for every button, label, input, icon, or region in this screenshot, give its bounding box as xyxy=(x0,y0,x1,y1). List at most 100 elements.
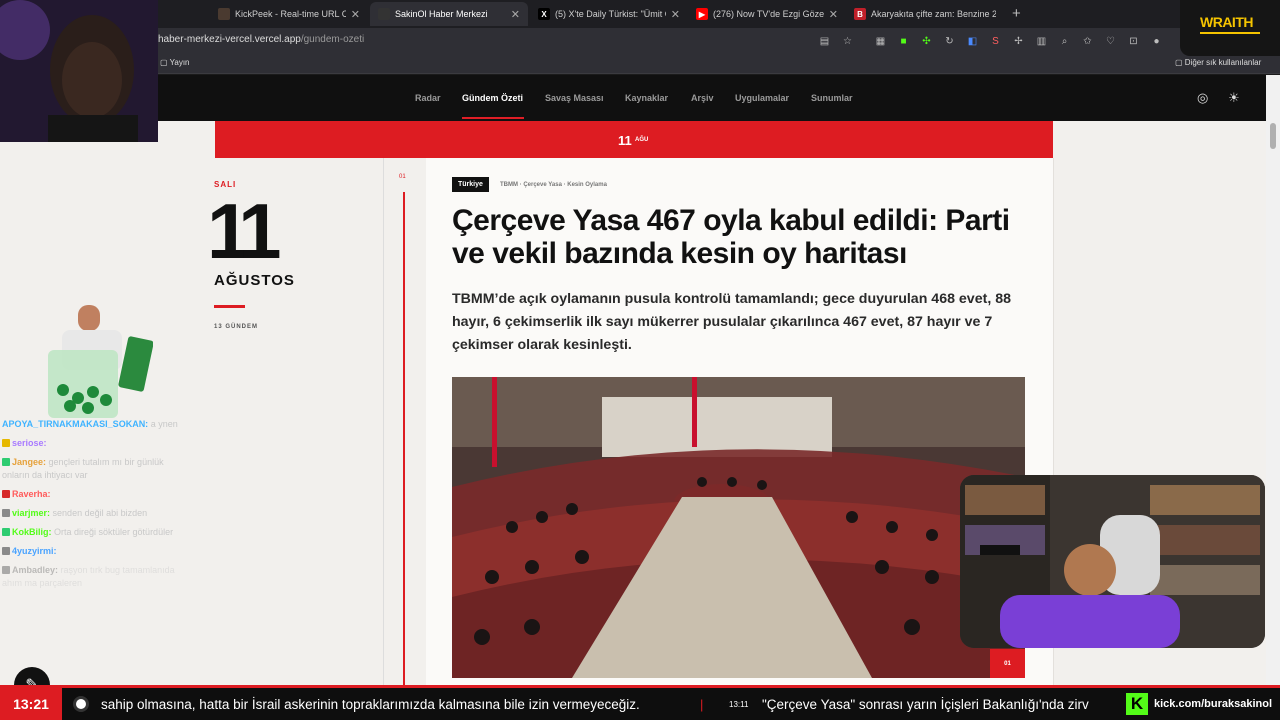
article-headline[interactable]: Çerçeve Yasa 467 oyla kabul edildi: Part… xyxy=(452,204,1042,270)
theme-toggle-icon[interactable]: ☀ xyxy=(1228,90,1240,106)
chat-text: senden değil abi bizden xyxy=(52,508,148,518)
chat-message: seriose: xyxy=(2,437,182,450)
chat-username[interactable]: viarjmer: xyxy=(12,508,50,518)
browser-tabbar: KickPeek - Real-time URL Crawler ✕ Sakin… xyxy=(0,0,1280,28)
agenda-count: 13 GÜNDEM xyxy=(214,324,259,330)
refresh-extension-icon[interactable]: ↻ xyxy=(941,33,958,49)
screenshot-icon[interactable]: ⊡ xyxy=(1125,33,1142,49)
chat-username[interactable]: Jangee: xyxy=(12,457,46,467)
favorites-icon[interactable]: ✩ xyxy=(1079,33,1096,49)
tab-title: SakinOl Haber Merkezi xyxy=(395,9,488,19)
nav-kaynaklar[interactable]: Kaynaklar xyxy=(625,93,668,103)
stream-screen: KickPeek - Real-time URL Crawler ✕ Sakin… xyxy=(0,0,1280,720)
close-tab-icon[interactable]: ✕ xyxy=(351,8,360,21)
star-icon[interactable]: ☆ xyxy=(839,33,856,49)
reader-icon[interactable]: ▤ xyxy=(816,33,833,49)
chat-username[interactable]: Raverha: xyxy=(12,489,51,499)
tab-sakinol[interactable]: SakinOl Haber Merkezi ✕ xyxy=(370,2,528,26)
live-dot-icon xyxy=(76,699,86,709)
chat-badge-icon xyxy=(2,490,10,498)
youtube-favicon-icon: ▶ xyxy=(696,8,708,20)
chat-username[interactable]: APOYA_TIRNAKMAKASI_SOKAN: xyxy=(2,419,148,429)
tab-akaryakit[interactable]: B Akaryakıta çifte zam: Benzine 2, m xyxy=(846,2,1004,26)
split-view-icon[interactable]: ▥ xyxy=(1033,33,1050,49)
tab-title: KickPeek - Real-time URL Crawler xyxy=(235,9,346,19)
article-lede: TBMM’de açık oylamanın pusula kontrolü t… xyxy=(452,291,1011,353)
news-favicon-icon: B xyxy=(854,8,866,20)
translate-icon[interactable]: ◧ xyxy=(964,33,981,49)
new-tab-icon[interactable]: + xyxy=(1012,5,1021,22)
chat-username[interactable]: Ambadley: xyxy=(12,565,58,575)
url-field[interactable]: haber-merkezi-vercel.vercel.app/gundem-o… xyxy=(158,34,364,45)
chat-badge-icon xyxy=(2,547,10,555)
chat-message: Raverha: xyxy=(2,488,182,501)
tab-kickpeek[interactable]: KickPeek - Real-time URL Crawler ✕ xyxy=(210,2,368,26)
tab-title: (276) Now TV'de Ezgi Gözeger ile xyxy=(713,9,824,19)
page-scrollbar[interactable] xyxy=(1266,75,1280,685)
banner-day: 11 xyxy=(618,133,632,148)
streamer-webcam-left xyxy=(0,0,158,142)
url-path: /gundem-ozeti xyxy=(300,34,365,45)
chat-badge-icon xyxy=(2,509,10,517)
x-favicon-icon: X xyxy=(538,8,550,20)
puzzle-green-icon[interactable]: ✣ xyxy=(918,33,935,49)
chat-username[interactable]: seriose: xyxy=(12,438,47,448)
banner-month: AĞU xyxy=(635,137,649,143)
date-banner: 11 AĞU xyxy=(215,121,1053,158)
chat-username[interactable]: 4yuzyirmi: xyxy=(12,546,57,556)
chat-message: KokBilig: Orta direği söktüler götürdüle… xyxy=(2,526,182,539)
article-card: Türkiye TBMM · Çerçeve Yasa · Kesin Oyla… xyxy=(426,158,1053,685)
site-nav: Radar Gündem Özeti Savaş Masası Kaynakla… xyxy=(0,75,1266,121)
target-icon[interactable]: ◎ xyxy=(1197,90,1208,106)
tab-x-daily[interactable]: X (5) X'te Daily Türkist: "Ümit Özdağ ✕ xyxy=(530,2,688,26)
kick-logo-icon: K xyxy=(1126,693,1148,715)
chat-badge-icon xyxy=(2,566,10,574)
extensions-icon[interactable]: ✢ xyxy=(1010,33,1027,49)
kick-extension-icon[interactable]: ■ xyxy=(895,33,912,49)
tab-search-icon[interactable]: ⌕ xyxy=(1056,33,1073,49)
nav-savas-masasi[interactable]: Savaş Masası xyxy=(545,93,604,103)
profile-avatar-icon[interactable]: ● xyxy=(1148,33,1165,49)
chat-text: a ynen xyxy=(150,419,178,429)
chat-text: Orta direği söktüler götürdüler xyxy=(54,527,174,537)
nav-uygulamalar[interactable]: Uygulamalar xyxy=(735,93,789,103)
chat-badge-icon xyxy=(2,528,10,536)
scrollbar-thumb[interactable] xyxy=(1270,123,1276,149)
chat-badge-icon xyxy=(2,458,10,466)
chat-message: viarjmer: senden değil abi bizden xyxy=(2,507,182,520)
extension-icon[interactable]: ▦ xyxy=(872,33,889,49)
heart-icon[interactable]: ♡ xyxy=(1102,33,1119,49)
category-tag[interactable]: Türkiye xyxy=(452,177,489,192)
webcam-person-image xyxy=(0,0,158,142)
address-bar: haber-merkezi-vercel.vercel.app/gundem-o… xyxy=(0,28,1280,54)
kickpeek-favicon-icon xyxy=(218,8,230,20)
ticker-headline: sahip olmasına, hatta bir İsrail askerin… xyxy=(101,697,640,712)
webcam-studio-image xyxy=(960,475,1265,648)
close-tab-icon[interactable]: ✕ xyxy=(829,8,838,21)
item-index: 01 xyxy=(399,174,406,180)
nav-sunumlar[interactable]: Sunumlar xyxy=(811,93,853,103)
nav-gundem-ozeti[interactable]: Gündem Özeti xyxy=(462,93,523,103)
tab-youtube[interactable]: ▶ (276) Now TV'de Ezgi Gözeger ile ✕ xyxy=(688,2,846,26)
chat-message: Ambadley: raşyon tırk bug tamamlanıda ah… xyxy=(2,564,182,590)
close-tab-icon[interactable]: ✕ xyxy=(671,8,680,21)
bookmark-yayin[interactable]: ▢ Yayın xyxy=(160,58,190,67)
chat-username[interactable]: KokBilig: xyxy=(12,527,52,537)
photo-index-badge: 01 xyxy=(990,649,1025,678)
chat-message: Jangee: gençleri tutalım mı bir günlük o… xyxy=(2,456,182,482)
stream-chat: APOYA_TIRNAKMAKASI_SOKAN: a ynen seriose… xyxy=(2,418,182,648)
s-extension-icon[interactable]: S xyxy=(987,33,1004,49)
bookmark-other[interactable]: ▢ Diğer sık kullanılanlar xyxy=(1175,58,1261,67)
wraith-logo: WRAITH xyxy=(1180,0,1280,56)
nav-radar[interactable]: Radar xyxy=(415,93,441,103)
sakinol-favicon-icon xyxy=(378,8,390,20)
ticker-separator: | xyxy=(700,697,704,712)
tab-title: (5) X'te Daily Türkist: "Ümit Özdağ xyxy=(555,9,666,19)
bookmarks-bar: ▢ Yayın ▢ Diğer sık kullanılanlar xyxy=(0,54,1280,74)
breadcrumb: TBMM · Çerçeve Yasa · Kesin Oylama xyxy=(500,182,607,188)
nav-arsiv[interactable]: Arşiv xyxy=(691,93,714,103)
close-tab-icon[interactable]: ✕ xyxy=(511,8,520,21)
ticker-clock: 13:21 xyxy=(0,688,62,720)
news-ticker: 13:21 sahip olmasına, hatta bir İsrail a… xyxy=(0,685,1280,720)
chat-message: 4yuzyirmi: xyxy=(2,545,182,558)
